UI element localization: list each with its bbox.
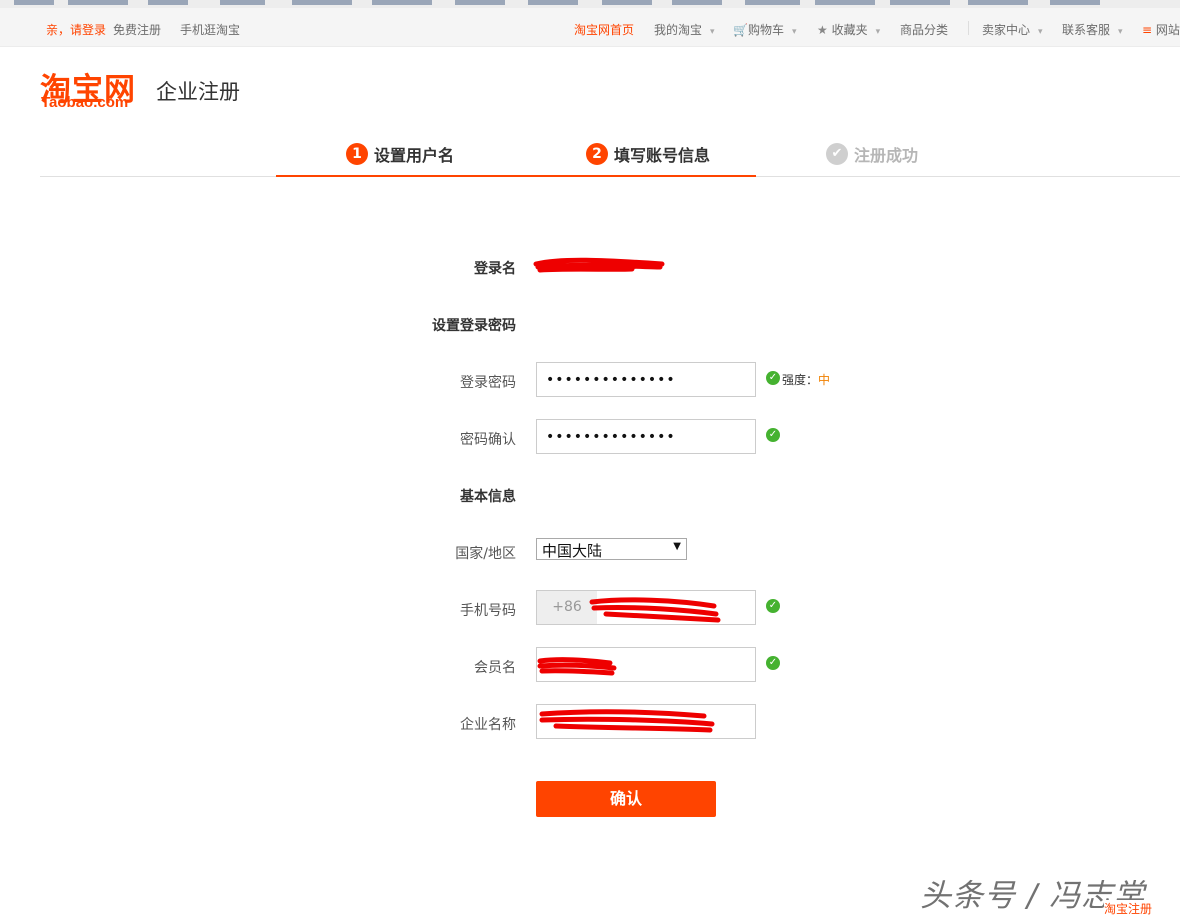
- bookmark-item[interactable]: [528, 0, 578, 5]
- step-label: 注册成功: [854, 146, 919, 165]
- seller-center-label: 卖家中心: [982, 23, 1031, 37]
- member-name-input[interactable]: [536, 647, 756, 682]
- chevron-down-icon: ▾: [1038, 27, 1043, 37]
- bookmark-item[interactable]: [745, 0, 800, 5]
- step-label: 设置用户名: [374, 146, 455, 165]
- step-account-info: 2 填写账号信息: [586, 142, 710, 166]
- login-name-label: 登录名: [474, 261, 516, 277]
- bookmark-item[interactable]: [14, 0, 54, 5]
- steps-progress-bar: [276, 175, 756, 177]
- taskbar-tab[interactable]: 淘宝注册: [1104, 900, 1153, 917]
- region-select[interactable]: 中国大陆 ▼: [536, 538, 687, 560]
- sitemap-menu[interactable]: ≡ 网站导航: [1142, 21, 1180, 38]
- confirm-password-input[interactable]: ••••••••••••••: [536, 419, 756, 454]
- valid-check-icon: ✓: [766, 656, 780, 670]
- bookmark-item[interactable]: [968, 0, 1028, 5]
- menu-icon: ≡: [1142, 23, 1153, 37]
- step-number: 1: [346, 143, 368, 165]
- region-label: 国家/地区: [455, 546, 516, 562]
- bookmark-item[interactable]: [220, 0, 265, 5]
- favorites-menu[interactable]: ★ 收藏夹 ▾: [817, 21, 880, 38]
- register-link[interactable]: 免费注册: [113, 21, 161, 38]
- star-icon: ★: [817, 23, 828, 37]
- my-taobao-label: 我的淘宝: [654, 23, 703, 37]
- bookmark-item[interactable]: [890, 0, 950, 5]
- categories-link[interactable]: 商品分类: [900, 21, 948, 38]
- confirm-button[interactable]: 确认: [536, 781, 716, 817]
- phone-input[interactable]: +86: [536, 590, 756, 625]
- favorites-label: 收藏夹: [831, 23, 868, 37]
- step-set-username: 1 设置用户名: [346, 142, 454, 166]
- chevron-down-icon: ▾: [710, 27, 715, 37]
- cart-icon: 🛒: [733, 23, 748, 37]
- seller-center-menu[interactable]: 卖家中心 ▾: [982, 21, 1043, 38]
- phone-label: 手机号码: [460, 603, 516, 619]
- mobile-taobao-link[interactable]: 手机逛淘宝: [180, 21, 240, 38]
- login-name-value: （已遮挡）: [536, 260, 606, 276]
- login-link[interactable]: 亲，请登录: [46, 21, 106, 38]
- customer-service-menu[interactable]: 联系客服 ▾: [1062, 21, 1123, 38]
- step-success: ✔ 注册成功: [826, 142, 918, 166]
- cart-menu[interactable]: 🛒购物车 ▾: [733, 21, 797, 38]
- dropdown-arrow-icon: ▼: [673, 541, 681, 552]
- divider: [968, 21, 969, 35]
- step-number: 2: [586, 143, 608, 165]
- strength-level: 中: [818, 373, 831, 387]
- company-name-input[interactable]: [536, 704, 756, 739]
- confirm-password-label: 密码确认: [460, 432, 516, 448]
- my-taobao-menu[interactable]: 我的淘宝 ▾: [654, 21, 715, 38]
- bookmark-item[interactable]: [148, 0, 188, 5]
- section-basic-title: 基本信息: [460, 489, 516, 505]
- confirm-password-value: ••••••••••••••: [546, 429, 676, 445]
- valid-check-icon: ✓: [766, 599, 780, 613]
- chevron-down-icon: ▾: [875, 27, 881, 37]
- region-selected-value: 中国大陆: [542, 542, 603, 560]
- bookmark-item[interactable]: [1050, 0, 1100, 5]
- phone-country-code: +86: [537, 591, 597, 624]
- company-name-label: 企业名称: [460, 717, 516, 733]
- section-password-title: 设置登录密码: [432, 318, 516, 334]
- password-label: 登录密码: [460, 375, 516, 391]
- chevron-down-icon: ▾: [1118, 27, 1123, 37]
- check-circle-icon: ✔: [826, 143, 848, 165]
- strength-label: 强度：: [782, 373, 819, 387]
- bookmark-item[interactable]: [455, 0, 505, 5]
- bookmark-item[interactable]: [815, 0, 875, 5]
- taobao-logo[interactable]: 淘宝网 Taobao.com: [40, 66, 150, 112]
- home-link[interactable]: 淘宝网首页: [574, 21, 634, 38]
- bookmark-item[interactable]: [68, 0, 128, 5]
- cart-label: 购物车: [747, 23, 784, 37]
- bookmark-item[interactable]: [372, 0, 432, 5]
- member-name-label: 会员名: [474, 660, 516, 676]
- bookmark-item[interactable]: [292, 0, 352, 5]
- valid-check-icon: ✓: [766, 428, 780, 442]
- customer-service-label: 联系客服: [1062, 23, 1111, 37]
- bookmark-item[interactable]: [602, 0, 652, 5]
- valid-check-icon: ✓: [766, 371, 780, 385]
- password-strength: 强度：中: [782, 371, 830, 388]
- step-label: 填写账号信息: [614, 146, 711, 165]
- bookmark-item[interactable]: [672, 0, 722, 5]
- password-input[interactable]: ••••••••••••••: [536, 362, 756, 397]
- page-title: 企业注册: [156, 80, 240, 104]
- password-value: ••••••••••••••: [546, 372, 676, 388]
- chevron-down-icon: ▾: [791, 27, 797, 37]
- logo-text-en: Taobao.com: [41, 94, 129, 111]
- corner-tab-label: 淘宝注册: [1104, 902, 1153, 916]
- site-topbar: 亲，请登录 免费注册 手机逛淘宝 淘宝网首页 我的淘宝 ▾ 🛒购物车 ▾ ★ 收藏夹…: [0, 8, 1180, 47]
- sitemap-label: 网站导航: [1155, 23, 1180, 37]
